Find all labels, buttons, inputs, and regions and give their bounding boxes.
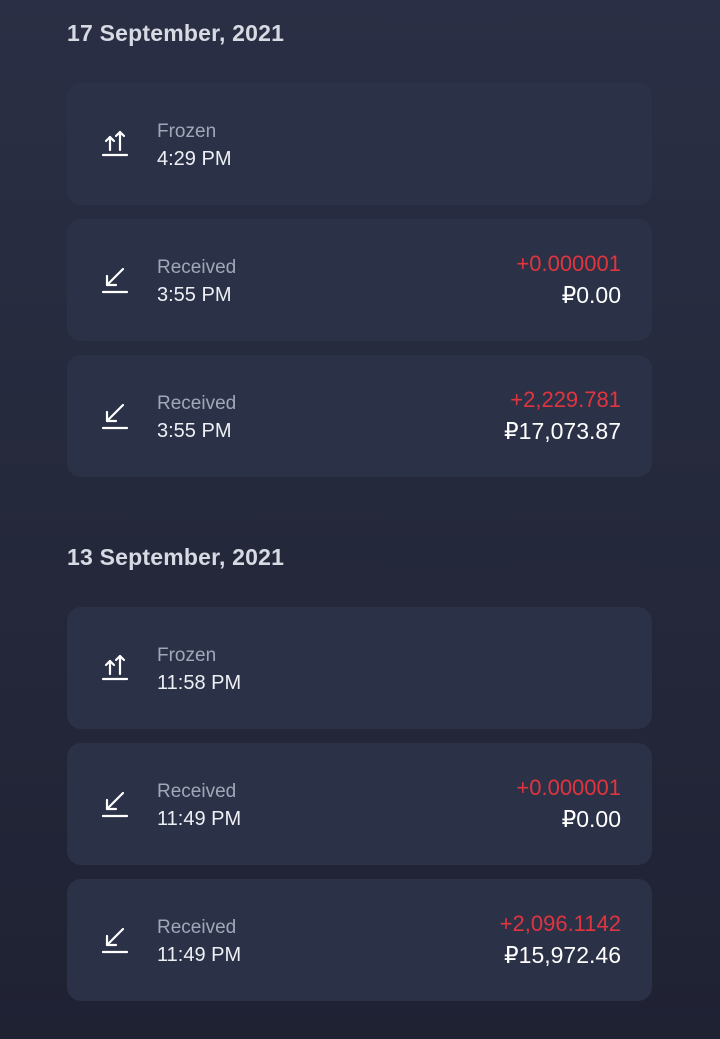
- transaction-row-frozen[interactable]: Frozen 11:58 PM: [67, 607, 652, 729]
- date-header: 17 September, 2021: [67, 20, 285, 46]
- frozen-icon: [99, 651, 131, 683]
- transaction-type: Received: [157, 257, 237, 278]
- transaction-group-2021-09-13: 13 September, 2021 Frozen 11:58 PM Recei…: [67, 524, 652, 1001]
- fiat-amount: ₽0.00: [561, 282, 621, 308]
- transaction-row-received[interactable]: Received 11:49 PM +0.000001 ₽0.00: [67, 743, 652, 865]
- transaction-time: 3:55 PM: [157, 284, 232, 306]
- transaction-time: 3:55 PM: [157, 420, 232, 442]
- transaction-type: Received: [157, 781, 237, 802]
- crypto-amount: +0.000001: [516, 775, 621, 800]
- transaction-time: 4:29 PM: [157, 148, 232, 170]
- transaction-time: 11:49 PM: [157, 808, 242, 830]
- date-header: 13 September, 2021: [67, 544, 285, 570]
- fiat-amount: ₽15,972.46: [504, 942, 621, 968]
- transaction-type: Frozen: [157, 645, 217, 666]
- received-icon: [99, 787, 131, 819]
- crypto-amount: +0.000001: [516, 251, 621, 276]
- transaction-row-received[interactable]: Received 11:49 PM +2,096.1142 ₽15,972.46: [67, 879, 652, 1001]
- transaction-type: Received: [157, 917, 237, 938]
- transaction-type: Received: [157, 393, 237, 414]
- transaction-type: Frozen: [157, 121, 217, 142]
- transaction-time: 11:49 PM: [157, 944, 242, 966]
- transaction-row-received[interactable]: Received 3:55 PM +0.000001 ₽0.00: [67, 219, 652, 341]
- received-icon: [99, 263, 131, 295]
- frozen-icon: [99, 127, 131, 159]
- received-icon: [99, 923, 131, 955]
- fiat-amount: ₽17,073.87: [504, 418, 621, 444]
- transaction-row-frozen[interactable]: Frozen 4:29 PM: [67, 83, 652, 205]
- received-icon: [99, 399, 131, 431]
- transaction-group-2021-09-17: 17 September, 2021 Frozen 4:29 PM Receiv…: [67, 0, 652, 477]
- fiat-amount: ₽0.00: [561, 806, 621, 832]
- transaction-time: 11:58 PM: [157, 672, 242, 694]
- transaction-row-received[interactable]: Received 3:55 PM +2,229.781 ₽17,073.87: [67, 355, 652, 477]
- crypto-amount: +2,096.1142: [499, 911, 621, 936]
- crypto-amount: +2,229.781: [510, 387, 621, 412]
